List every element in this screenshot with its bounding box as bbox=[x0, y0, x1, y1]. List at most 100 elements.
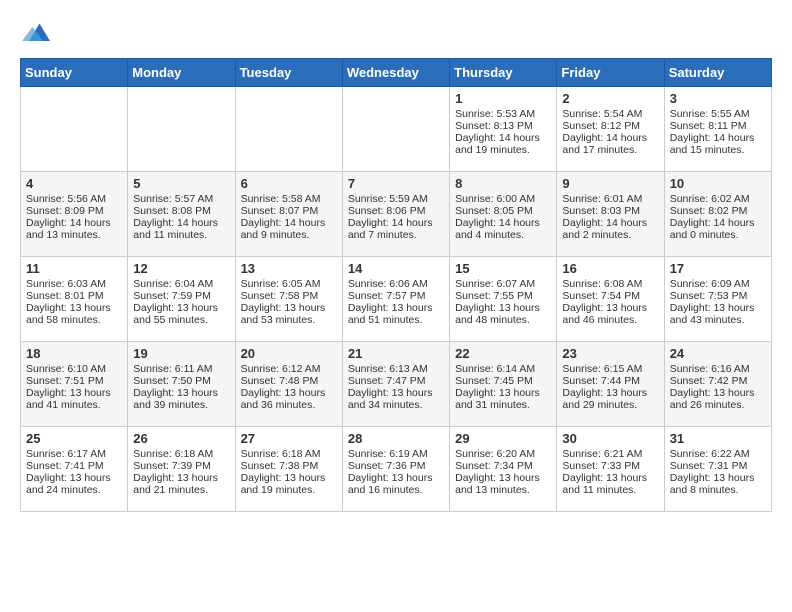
cell-text: Daylight: 14 hours bbox=[455, 217, 551, 229]
cell-text: Sunrise: 6:18 AM bbox=[241, 448, 337, 460]
cell-text: Sunrise: 6:06 AM bbox=[348, 278, 444, 290]
cell-text: Sunrise: 5:59 AM bbox=[348, 193, 444, 205]
day-header-wednesday: Wednesday bbox=[342, 59, 449, 87]
cell-text: Daylight: 13 hours bbox=[348, 472, 444, 484]
cell-text: Daylight: 13 hours bbox=[26, 472, 122, 484]
day-header-monday: Monday bbox=[128, 59, 235, 87]
cell-text: Sunset: 7:41 PM bbox=[26, 460, 122, 472]
calendar-cell: 26Sunrise: 6:18 AMSunset: 7:39 PMDayligh… bbox=[128, 427, 235, 512]
day-number: 3 bbox=[670, 91, 766, 106]
cell-text: and 55 minutes. bbox=[133, 314, 229, 326]
cell-text: Daylight: 13 hours bbox=[670, 302, 766, 314]
cell-text: Daylight: 13 hours bbox=[133, 302, 229, 314]
day-number: 7 bbox=[348, 176, 444, 191]
cell-text: Sunrise: 6:21 AM bbox=[562, 448, 658, 460]
cell-text: Sunrise: 5:54 AM bbox=[562, 108, 658, 120]
cell-text: Daylight: 14 hours bbox=[670, 217, 766, 229]
cell-text: Sunset: 7:55 PM bbox=[455, 290, 551, 302]
calendar-cell: 16Sunrise: 6:08 AMSunset: 7:54 PMDayligh… bbox=[557, 257, 664, 342]
calendar-cell: 20Sunrise: 6:12 AMSunset: 7:48 PMDayligh… bbox=[235, 342, 342, 427]
calendar-cell: 30Sunrise: 6:21 AMSunset: 7:33 PMDayligh… bbox=[557, 427, 664, 512]
calendar-cell: 14Sunrise: 6:06 AMSunset: 7:57 PMDayligh… bbox=[342, 257, 449, 342]
calendar-cell: 12 Sunrise: 6:04 AMSunset: 7:59 PMDayligh… bbox=[128, 257, 235, 342]
cell-text: and 36 minutes. bbox=[241, 399, 337, 411]
calendar-cell: 3Sunrise: 5:55 AMSunset: 8:11 PMDaylight… bbox=[664, 87, 771, 172]
cell-text: Sunrise: 6:04 AM bbox=[133, 278, 229, 290]
calendar-cell: 29Sunrise: 6:20 AMSunset: 7:34 PMDayligh… bbox=[450, 427, 557, 512]
day-number: 16 bbox=[562, 261, 658, 276]
cell-text: Daylight: 13 hours bbox=[455, 472, 551, 484]
day-number: 27 bbox=[241, 431, 337, 446]
cell-text: Daylight: 14 hours bbox=[670, 132, 766, 144]
cell-text: and 16 minutes. bbox=[348, 484, 444, 496]
cell-text: Sunrise: 6:02 AM bbox=[670, 193, 766, 205]
cell-text: and 34 minutes. bbox=[348, 399, 444, 411]
day-number: 12 bbox=[133, 261, 229, 276]
cell-text: Sunset: 7:31 PM bbox=[670, 460, 766, 472]
cell-text: Sunrise: 5:56 AM bbox=[26, 193, 122, 205]
day-number: 31 bbox=[670, 431, 766, 446]
calendar-cell bbox=[128, 87, 235, 172]
cell-text: Daylight: 14 hours bbox=[562, 132, 658, 144]
cell-text: Sunrise: 6:16 AM bbox=[670, 363, 766, 375]
cell-text: Sunset: 7:36 PM bbox=[348, 460, 444, 472]
cell-text: Sunset: 7:59 PM bbox=[133, 290, 229, 302]
calendar-cell: 8Sunrise: 6:00 AMSunset: 8:05 PMDaylight… bbox=[450, 172, 557, 257]
cell-text: Daylight: 13 hours bbox=[670, 472, 766, 484]
calendar-cell: 11Sunrise: 6:03 AMSunset: 8:01 PMDayligh… bbox=[21, 257, 128, 342]
cell-text: and 24 minutes. bbox=[26, 484, 122, 496]
day-number: 10 bbox=[670, 176, 766, 191]
day-number: 2 bbox=[562, 91, 658, 106]
cell-text: Sunset: 8:13 PM bbox=[455, 120, 551, 132]
cell-text: Daylight: 14 hours bbox=[241, 217, 337, 229]
cell-text: Daylight: 13 hours bbox=[26, 302, 122, 314]
day-number: 14 bbox=[348, 261, 444, 276]
cell-text: and 17 minutes. bbox=[562, 144, 658, 156]
calendar-cell: 22Sunrise: 6:14 AMSunset: 7:45 PMDayligh… bbox=[450, 342, 557, 427]
cell-text: Daylight: 13 hours bbox=[455, 302, 551, 314]
calendar-cell: 9Sunrise: 6:01 AMSunset: 8:03 PMDaylight… bbox=[557, 172, 664, 257]
calendar-cell: 31Sunrise: 6:22 AMSunset: 7:31 PMDayligh… bbox=[664, 427, 771, 512]
day-header-sunday: Sunday bbox=[21, 59, 128, 87]
day-number: 13 bbox=[241, 261, 337, 276]
cell-text: Sunrise: 6:09 AM bbox=[670, 278, 766, 290]
cell-text: Sunrise: 5:53 AM bbox=[455, 108, 551, 120]
calendar-cell bbox=[342, 87, 449, 172]
cell-text: Sunrise: 5:58 AM bbox=[241, 193, 337, 205]
cell-text: and 39 minutes. bbox=[133, 399, 229, 411]
cell-text: and 53 minutes. bbox=[241, 314, 337, 326]
header bbox=[20, 20, 772, 48]
cell-text: and 4 minutes. bbox=[455, 229, 551, 241]
cell-text: Daylight: 13 hours bbox=[562, 302, 658, 314]
day-number: 26 bbox=[133, 431, 229, 446]
day-number: 9 bbox=[562, 176, 658, 191]
cell-text: Daylight: 14 hours bbox=[133, 217, 229, 229]
cell-text: Sunset: 8:05 PM bbox=[455, 205, 551, 217]
cell-text: and 11 minutes. bbox=[562, 484, 658, 496]
cell-text: and 19 minutes. bbox=[241, 484, 337, 496]
cell-text: and 46 minutes. bbox=[562, 314, 658, 326]
cell-text: Sunset: 7:44 PM bbox=[562, 375, 658, 387]
logo bbox=[20, 20, 50, 48]
cell-text: Sunset: 8:09 PM bbox=[26, 205, 122, 217]
cell-text: Sunset: 7:48 PM bbox=[241, 375, 337, 387]
cell-text: Sunset: 7:53 PM bbox=[670, 290, 766, 302]
calendar-cell: 10Sunrise: 6:02 AMSunset: 8:02 PMDayligh… bbox=[664, 172, 771, 257]
cell-text: Sunset: 8:11 PM bbox=[670, 120, 766, 132]
cell-text: Daylight: 14 hours bbox=[26, 217, 122, 229]
day-number: 24 bbox=[670, 346, 766, 361]
day-number: 22 bbox=[455, 346, 551, 361]
cell-text: and 8 minutes. bbox=[670, 484, 766, 496]
cell-text: Daylight: 13 hours bbox=[670, 387, 766, 399]
cell-text: Sunrise: 6:20 AM bbox=[455, 448, 551, 460]
cell-text: Sunset: 8:03 PM bbox=[562, 205, 658, 217]
calendar-cell: 18Sunrise: 6:10 AMSunset: 7:51 PMDayligh… bbox=[21, 342, 128, 427]
calendar-cell: 2Sunrise: 5:54 AMSunset: 8:12 PMDaylight… bbox=[557, 87, 664, 172]
cell-text: Daylight: 13 hours bbox=[348, 302, 444, 314]
day-header-tuesday: Tuesday bbox=[235, 59, 342, 87]
calendar-cell: 19Sunrise: 6:11 AMSunset: 7:50 PMDayligh… bbox=[128, 342, 235, 427]
day-number: 1 bbox=[455, 91, 551, 106]
cell-text: Sunrise: 6:11 AM bbox=[133, 363, 229, 375]
cell-text: Daylight: 13 hours bbox=[562, 472, 658, 484]
calendar-cell: 6Sunrise: 5:58 AMSunset: 8:07 PMDaylight… bbox=[235, 172, 342, 257]
